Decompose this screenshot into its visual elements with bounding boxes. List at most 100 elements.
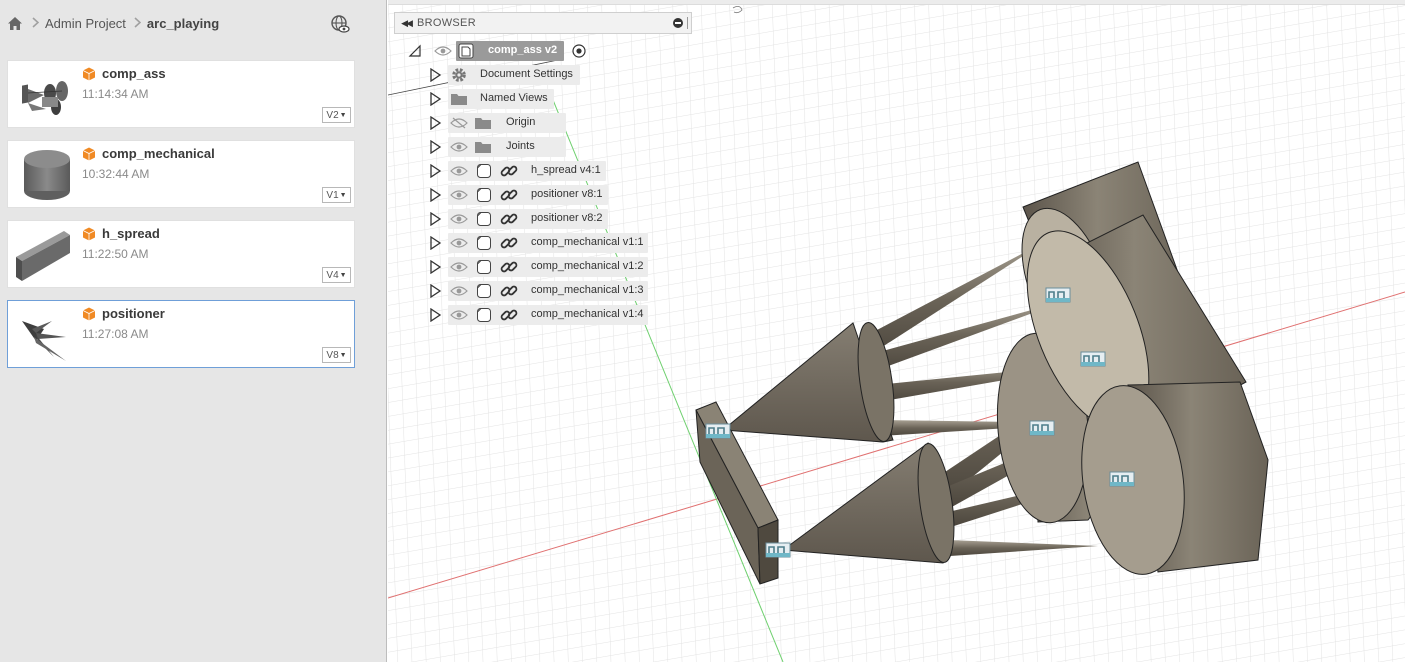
version-label: V2 bbox=[326, 109, 339, 121]
tree-row-document-settings[interactable]: Document Settings bbox=[428, 64, 588, 86]
collapse-triangle-icon[interactable] bbox=[408, 44, 422, 58]
eye-icon[interactable] bbox=[450, 285, 468, 297]
component-box-icon bbox=[476, 259, 492, 275]
browser-panel-header[interactable]: ◀◀ BROWSER bbox=[394, 12, 692, 34]
eye-icon[interactable] bbox=[434, 45, 452, 57]
joint-icon bbox=[1029, 420, 1055, 436]
component-box-icon bbox=[476, 163, 492, 179]
canvas-viewport[interactable]: ◀◀ BROWSER comp_ass v2 Document Settings… bbox=[388, 0, 1405, 662]
expand-triangle-icon[interactable] bbox=[428, 211, 442, 227]
file-name: positioner bbox=[102, 306, 165, 321]
tree-row-joints[interactable]: Joints bbox=[428, 136, 588, 158]
activate-radio-icon[interactable] bbox=[572, 44, 586, 58]
version-dropdown[interactable]: V1 ▼ bbox=[322, 187, 351, 203]
file-time: 11:14:34 AM bbox=[82, 87, 149, 101]
orange-cube-icon bbox=[82, 227, 96, 241]
file-card-h-spread[interactable]: h_spread 11:22:50 AM V4 ▼ bbox=[7, 220, 355, 288]
file-name: h_spread bbox=[102, 226, 160, 241]
tree-label: comp_mechanical v1:4 bbox=[531, 308, 644, 320]
data-panel: Admin Project arc_playing comp_ass 11:14… bbox=[0, 0, 387, 662]
tree-row-component[interactable]: h_spread v4:1 bbox=[428, 160, 668, 182]
tree-label: Named Views bbox=[480, 92, 548, 104]
eye-icon[interactable] bbox=[450, 309, 468, 321]
expand-triangle-icon[interactable] bbox=[428, 187, 442, 203]
link-icon bbox=[500, 186, 518, 204]
file-card-comp-mechanical[interactable]: comp_mechanical 10:32:44 AM V1 ▼ bbox=[7, 140, 355, 208]
expand-triangle-icon[interactable] bbox=[428, 163, 442, 179]
eye-icon[interactable] bbox=[450, 189, 468, 201]
tree-row-origin[interactable]: Origin bbox=[428, 112, 588, 134]
folder-icon bbox=[450, 92, 468, 106]
collapse-panel-icon[interactable]: ◀◀ bbox=[395, 18, 417, 29]
caret-down-icon: ▼ bbox=[339, 191, 347, 199]
file-card-positioner[interactable]: positioner 11:27:08 AM V8 ▼ bbox=[7, 300, 355, 368]
file-name: comp_ass bbox=[102, 66, 166, 81]
component-box-icon bbox=[476, 235, 492, 251]
joint-icon bbox=[1045, 287, 1071, 303]
tree-row-component[interactable]: comp_mechanical v1:4 bbox=[428, 304, 668, 326]
gear-icon bbox=[450, 66, 468, 84]
expand-triangle-icon[interactable] bbox=[428, 235, 442, 251]
version-dropdown[interactable]: V2 ▼ bbox=[322, 107, 351, 123]
orange-cube-icon bbox=[82, 67, 96, 81]
component-box-icon bbox=[458, 43, 474, 59]
orange-cube-icon bbox=[82, 147, 96, 161]
expand-triangle-icon[interactable] bbox=[428, 259, 442, 275]
version-dropdown[interactable]: V4 ▼ bbox=[322, 267, 351, 283]
breadcrumb-folder[interactable]: arc_playing bbox=[147, 16, 219, 31]
file-time: 11:27:08 AM bbox=[82, 327, 149, 341]
tree-label: h_spread v4:1 bbox=[531, 164, 601, 176]
expand-triangle-icon[interactable] bbox=[428, 283, 442, 299]
home-icon[interactable] bbox=[6, 14, 24, 32]
tree-root-label: comp_ass v2 bbox=[488, 44, 558, 56]
link-icon bbox=[500, 282, 518, 300]
globe-eye-icon[interactable] bbox=[330, 14, 350, 34]
component-box-icon bbox=[476, 187, 492, 203]
chevron-right-icon bbox=[32, 16, 40, 31]
expand-triangle-icon[interactable] bbox=[428, 67, 442, 83]
eye-icon[interactable] bbox=[450, 165, 468, 177]
file-time: 10:32:44 AM bbox=[82, 167, 150, 181]
expand-triangle-icon[interactable] bbox=[428, 115, 442, 131]
tree-label: positioner v8:1 bbox=[531, 188, 603, 200]
file-thumbnail bbox=[14, 67, 80, 123]
orange-cube-icon bbox=[82, 307, 96, 321]
caret-down-icon: ▼ bbox=[339, 351, 347, 359]
expand-triangle-icon[interactable] bbox=[428, 91, 442, 107]
version-dropdown[interactable]: V8 ▼ bbox=[322, 347, 351, 363]
tree-row-named-views[interactable]: Named Views bbox=[428, 88, 588, 110]
file-card-comp-ass[interactable]: comp_ass 11:14:34 AM V2 ▼ bbox=[7, 60, 355, 128]
eye-icon[interactable] bbox=[450, 213, 468, 225]
tree-row-component[interactable]: comp_mechanical v1:1 bbox=[428, 232, 668, 254]
chevron-right-icon bbox=[134, 16, 142, 31]
tree-label: Document Settings bbox=[480, 68, 573, 80]
toolbar-strip bbox=[388, 0, 1405, 5]
tree-row-component[interactable]: comp_mechanical v1:2 bbox=[428, 256, 668, 278]
file-thumbnail bbox=[14, 227, 80, 283]
caret-down-icon: ▼ bbox=[339, 271, 347, 279]
breadcrumb-project[interactable]: Admin Project bbox=[45, 16, 126, 31]
joint-icon bbox=[1080, 351, 1106, 367]
tree-label: Origin bbox=[506, 116, 536, 128]
eye-icon[interactable] bbox=[450, 237, 468, 249]
tree-row-component[interactable]: comp_mechanical v1:3 bbox=[428, 280, 668, 302]
joint-icon bbox=[1109, 471, 1135, 487]
tree-label: Joints bbox=[506, 140, 535, 152]
tree-row-component[interactable]: positioner v8:1 bbox=[428, 184, 668, 206]
link-icon bbox=[500, 306, 518, 324]
tree-root-row[interactable]: comp_ass v2 bbox=[408, 40, 628, 62]
tree-row-component[interactable]: positioner v8:2 bbox=[428, 208, 668, 230]
caret-down-icon: ▼ bbox=[339, 111, 347, 119]
component-box-icon bbox=[476, 211, 492, 227]
file-name: comp_mechanical bbox=[102, 146, 215, 161]
file-thumbnail bbox=[14, 147, 80, 203]
eye-slash-icon[interactable] bbox=[450, 117, 468, 129]
component-box-icon bbox=[476, 307, 492, 323]
expand-triangle-icon[interactable] bbox=[428, 139, 442, 155]
eye-icon[interactable] bbox=[450, 141, 468, 153]
joint-icon bbox=[705, 423, 731, 439]
panel-grip[interactable] bbox=[687, 17, 689, 29]
minimize-icon[interactable] bbox=[673, 18, 683, 28]
eye-icon[interactable] bbox=[450, 261, 468, 273]
expand-triangle-icon[interactable] bbox=[428, 307, 442, 323]
